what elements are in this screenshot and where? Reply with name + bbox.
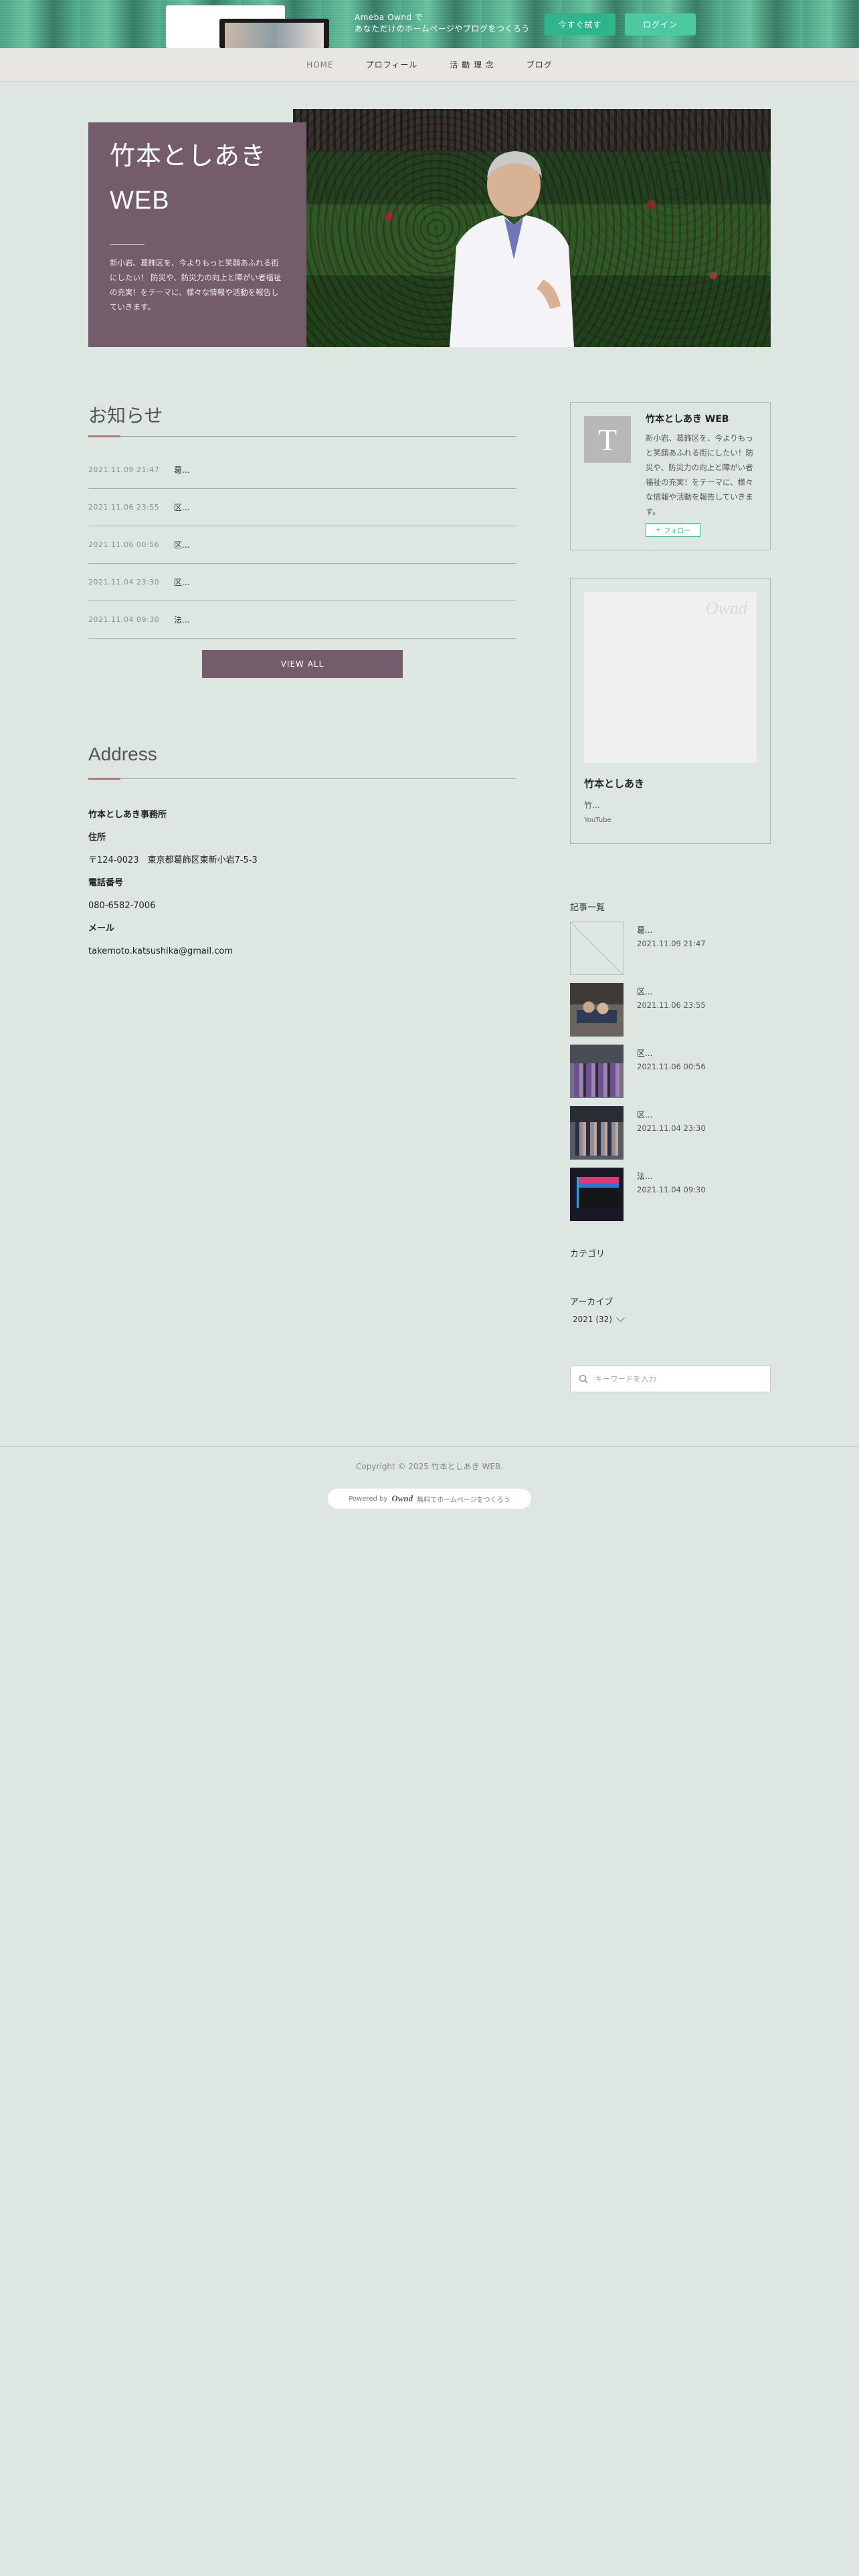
post-date: 2021.11.09 21:47 — [637, 939, 706, 948]
post-thumbnail[interactable] — [570, 983, 624, 1037]
youtube-widget[interactable]: Ownd 竹本としあき 竹... YouTube — [570, 578, 771, 844]
recent-post-item[interactable]: 区... 2021.11.06 23:55 — [570, 983, 771, 1045]
widget-source-link[interactable]: YouTube — [584, 817, 611, 824]
widget-description: 竹... — [584, 800, 600, 810]
address-title-rule — [88, 778, 516, 779]
copyright-text: Copyright © 2025 竹本としあき WEB. — [356, 1462, 503, 1471]
news-item[interactable]: 2021.11.04 09:30 法... — [88, 601, 516, 639]
news-title-rule — [88, 436, 516, 437]
nav-item-blog[interactable]: ブログ — [510, 59, 569, 70]
site-description: 新小岩、葛飾区を、今よりもっと笑顔あふれる街にしたい！ 防災や、防災力の向上と障… — [110, 258, 282, 312]
post-title[interactable]: 葛... — [637, 924, 652, 936]
address-label: 住所 — [88, 833, 106, 843]
news-title[interactable]: 葛... — [174, 464, 189, 475]
hero-person-figure — [450, 151, 574, 347]
promo-line-1: Ameba Ownd で — [355, 13, 423, 22]
nav-item-philosophy[interactable]: 活 動 理 念 — [434, 59, 510, 70]
ownd-logo: Ownd — [705, 599, 747, 618]
recent-posts-title: 記事一覧 — [570, 903, 605, 913]
ownd-brand-logo: Ownd — [391, 1493, 413, 1503]
archive-title: アーカイブ — [570, 1297, 613, 1307]
chevron-down-icon — [616, 1313, 625, 1322]
news-date: 2021.11.04 09:30 — [88, 615, 160, 624]
login-button[interactable]: ログイン — [625, 13, 696, 35]
news-item[interactable]: 2021.11.06 00:56 区... — [88, 526, 516, 564]
phone-label: 電話番号 — [88, 878, 124, 888]
address-section-title: Address — [88, 744, 157, 764]
promo-text: Ameba Ownd で あなただけのホームページやブログをつくろう — [355, 12, 530, 35]
recent-post-item[interactable]: 区... 2021.11.04 23:30 — [570, 1106, 771, 1168]
news-title[interactable]: 法... — [174, 614, 189, 625]
promo-line-2: あなただけのホームページやブログをつくろう — [355, 24, 530, 33]
post-date: 2021.11.06 23:55 — [637, 1000, 706, 1010]
hero-photo — [293, 109, 771, 347]
news-title[interactable]: 区... — [174, 502, 189, 513]
powered-suffix: 無料でホームページをつくろう — [417, 1496, 510, 1504]
try-now-button[interactable]: 今すぐ試す — [545, 13, 615, 35]
address-value: 〒124-0023 東京都葛飾区東新小岩7-5-3 — [88, 855, 258, 865]
post-thumbnail[interactable] — [570, 1106, 624, 1160]
news-title[interactable]: 区... — [174, 576, 189, 588]
archive-year-label: 2021 (32) — [573, 1315, 612, 1324]
news-date: 2021.11.06 00:56 — [88, 540, 160, 549]
post-date: 2021.11.04 23:30 — [637, 1123, 706, 1133]
recent-post-item[interactable]: 区... 2021.11.06 00:56 — [570, 1045, 771, 1106]
ownd-promo-banner: Ameba Ownd で あなただけのホームページやブログをつくろう 今すぐ試す… — [0, 0, 859, 48]
recent-post-item[interactable]: 法... 2021.11.04 09:30 — [570, 1168, 771, 1229]
powered-prefix: Powered by — [349, 1495, 388, 1503]
follow-label: フォロー — [664, 528, 691, 535]
email-value[interactable]: takemoto.katsushika@gmail.com — [88, 940, 258, 963]
news-list: 2021.11.09 21:47 葛... 2021.11.06 23:55 区… — [88, 451, 516, 639]
search-icon — [579, 1374, 588, 1384]
news-title-accent — [88, 435, 120, 437]
avatar: T — [584, 416, 631, 463]
profile-widget: T 竹本としあき WEB 新小岩、葛飾区を、今よりもっと笑顔あふれる街にしたい！… — [570, 402, 771, 550]
search-input[interactable] — [595, 1374, 755, 1384]
post-title[interactable]: 区... — [637, 986, 652, 997]
category-title: カテゴリ — [570, 1249, 605, 1259]
news-item[interactable]: 2021.11.04 23:30 区... — [88, 564, 516, 601]
post-title[interactable]: 法... — [637, 1170, 652, 1182]
promo-preview-image-dark — [219, 19, 329, 48]
main-nav: HOME プロフィール 活 動 理 念 ブログ — [0, 48, 859, 82]
search-box — [570, 1366, 771, 1392]
news-date: 2021.11.04 23:30 — [88, 578, 160, 586]
profile-name: 竹本としあき WEB — [646, 414, 729, 425]
news-section-title: お知らせ — [88, 405, 163, 426]
recent-posts-list: 葛... 2021.11.09 21:47 区... 2021.11.06 23… — [570, 922, 771, 1229]
powered-by-badge[interactable]: Powered by Ownd 無料でホームページをつくろう — [328, 1489, 531, 1509]
nav-item-home[interactable]: HOME — [290, 60, 349, 70]
phone-value: 080-6582-7006 — [88, 901, 156, 911]
news-title[interactable]: 区... — [174, 539, 189, 550]
address-block: 竹本としあき事務所 住所 〒124-0023 東京都葛飾区東新小岩7-5-3 電… — [88, 804, 258, 963]
view-all-button[interactable]: VIEW ALL — [202, 650, 403, 678]
news-item[interactable]: 2021.11.09 21:47 葛... — [88, 451, 516, 489]
widget-title: 竹本としあき — [584, 778, 645, 790]
plus-icon: + — [655, 526, 662, 534]
post-date: 2021.11.06 00:56 — [637, 1062, 706, 1071]
email-label: メール — [88, 924, 115, 934]
post-title[interactable]: 区... — [637, 1109, 652, 1120]
archive-year-toggle[interactable]: 2021 (32) — [573, 1313, 625, 1324]
office-name: 竹本としあき事務所 — [88, 810, 167, 820]
hero-title-card: 竹本としあき WEB 新小岩、葛飾区を、今よりもっと笑顔あふれる街にしたい！ 防… — [88, 122, 306, 347]
post-date: 2021.11.04 09:30 — [637, 1185, 706, 1194]
post-thumbnail[interactable] — [570, 1045, 624, 1098]
recent-post-item[interactable]: 葛... 2021.11.09 21:47 — [570, 922, 771, 983]
widget-thumbnail: Ownd — [584, 592, 757, 763]
post-thumbnail-placeholder — [570, 922, 624, 975]
address-title-accent — [88, 778, 120, 780]
news-date: 2021.11.06 23:55 — [88, 503, 160, 512]
follow-button[interactable]: + フォロー — [646, 523, 700, 537]
nav-item-profile[interactable]: プロフィール — [350, 59, 434, 70]
profile-description: 新小岩、葛飾区を、今よりもっと笑顔あふれる街にしたい！防災や、防災力の向上と障が… — [646, 433, 753, 516]
news-date: 2021.11.09 21:47 — [88, 465, 160, 474]
hero-divider — [110, 244, 145, 245]
news-item[interactable]: 2021.11.06 23:55 区... — [88, 489, 516, 526]
site-title: 竹本としあき WEB — [110, 142, 267, 215]
post-title[interactable]: 区... — [637, 1047, 652, 1059]
post-thumbnail[interactable] — [570, 1168, 624, 1221]
